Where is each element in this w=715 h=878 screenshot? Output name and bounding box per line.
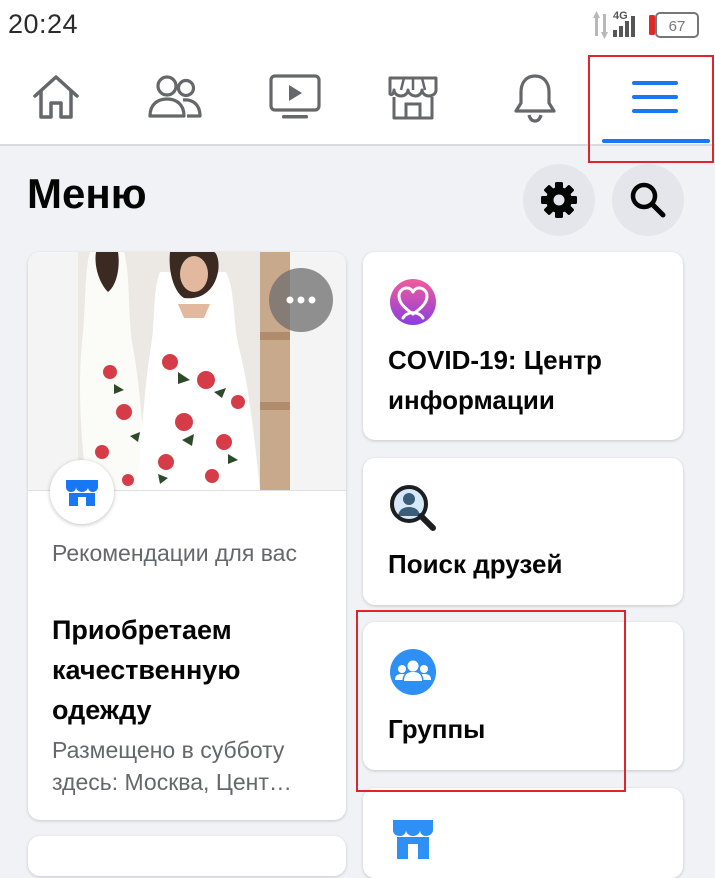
search-icon <box>630 182 666 218</box>
bell-icon <box>514 74 556 123</box>
highlight-box-groups <box>356 610 626 792</box>
tab-friends[interactable] <box>125 50 225 144</box>
friends-icon <box>148 75 202 118</box>
shortcut-covid-info[interactable]: COVID-19: Центр информации <box>363 252 683 440</box>
shortcut-find-friends[interactable]: Поиск друзей <box>363 458 683 605</box>
recommendation-label: Рекомендации для вас <box>52 540 297 566</box>
battery-icon: 67 <box>649 12 699 38</box>
page-title: Меню <box>27 170 147 217</box>
recommendation-title[interactable]: Приобретаем качественную одежду <box>52 610 332 730</box>
data-transfer-icon <box>593 11 608 39</box>
network-type-label: 4G <box>613 10 628 22</box>
recommendation-card-next[interactable] <box>28 836 346 876</box>
shortcut-marketplace[interactable] <box>363 788 683 878</box>
video-play-icon <box>269 74 321 119</box>
more-options-button[interactable] <box>269 268 333 332</box>
marketplace-store-icon <box>393 820 433 859</box>
settings-button[interactable] <box>523 164 595 236</box>
tab-watch[interactable] <box>245 50 345 144</box>
marketplace-store-icon <box>66 480 98 506</box>
covid-heart-icon <box>390 279 436 325</box>
search-button[interactable] <box>612 164 684 236</box>
shortcut-label: COVID-19: Центр информации <box>388 345 602 415</box>
tab-home[interactable] <box>6 50 106 144</box>
status-time: 20:24 <box>8 9 79 39</box>
status-bar: 20:24 4G 67 <box>0 0 715 50</box>
battery-level: 67 <box>669 18 686 35</box>
find-friends-icon <box>390 485 436 531</box>
tab-notifications[interactable] <box>485 50 585 144</box>
tab-marketplace[interactable] <box>363 50 463 144</box>
status-indicators: 4G 67 <box>593 8 703 42</box>
recommendation-posted: Размещено в субботу здесь: Москва, Цент… <box>52 737 292 795</box>
shortcut-label: Поиск друзей <box>388 549 563 579</box>
signal-battery-icons: 4G 67 <box>593 10 699 39</box>
marketplace-badge <box>50 460 114 524</box>
marketplace-store-icon <box>388 76 438 120</box>
recommendation-card[interactable]: Рекомендации для вас Приобретаем качеств… <box>28 252 346 820</box>
gear-icon <box>541 182 577 218</box>
home-icon <box>33 75 79 119</box>
highlight-box-menu <box>588 55 714 163</box>
more-dots-icon <box>286 296 316 304</box>
